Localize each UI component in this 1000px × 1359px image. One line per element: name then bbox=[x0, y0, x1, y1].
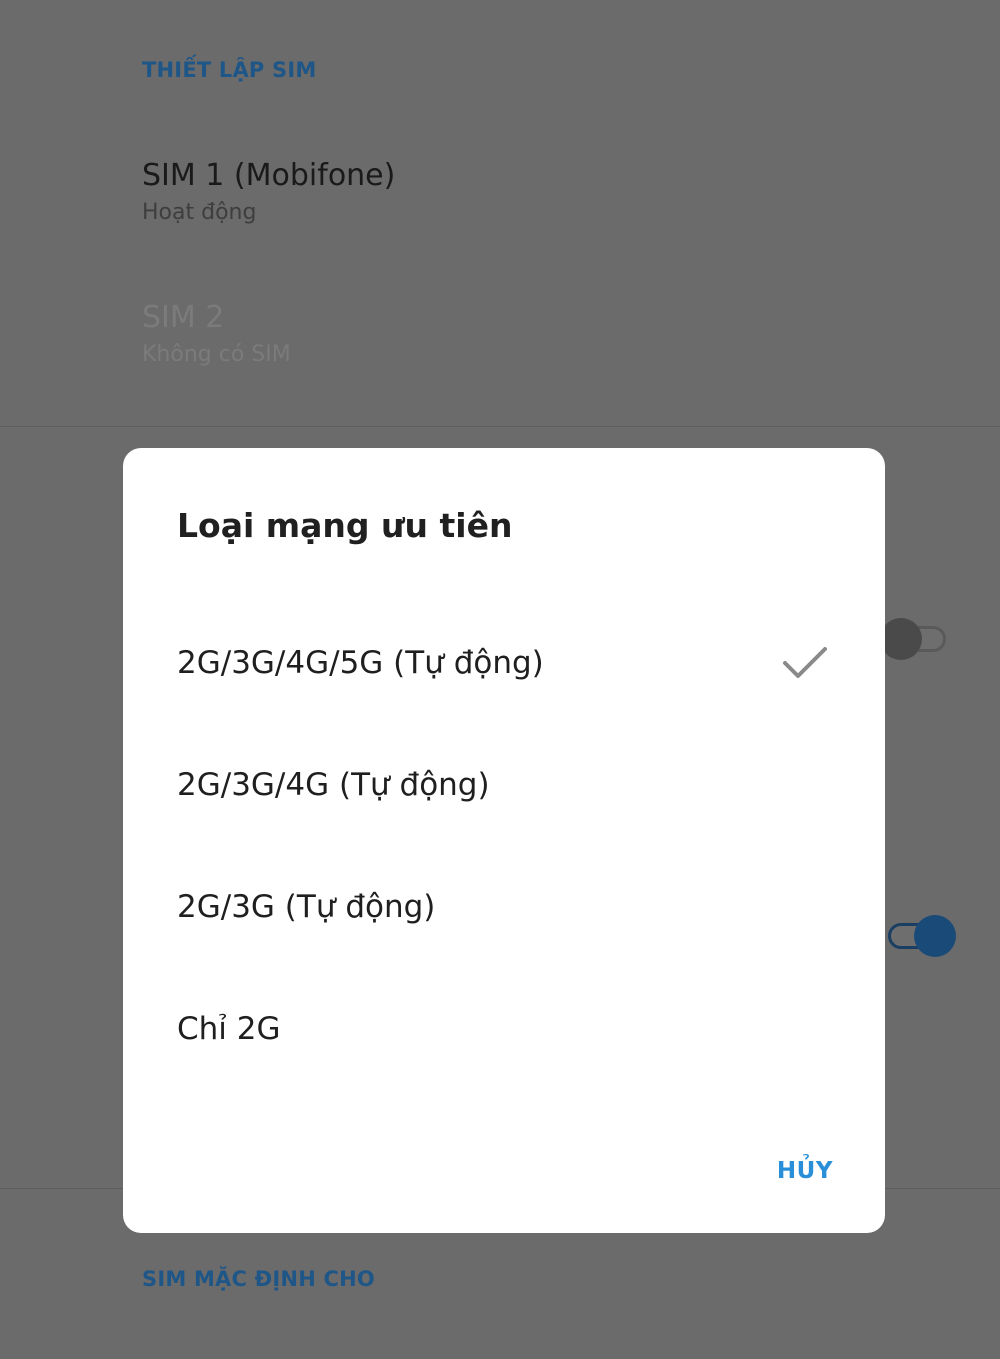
sim-1-title: SIM 1 (Mobifone) bbox=[142, 158, 396, 193]
sim-2-title: SIM 2 bbox=[142, 300, 225, 335]
network-option-3g[interactable]: 2G/3G (Tự động) bbox=[123, 849, 885, 971]
dialog-title: Loại mạng ưu tiên bbox=[177, 506, 513, 545]
network-option-5g[interactable]: 2G/3G/4G/5G (Tự động) bbox=[123, 605, 885, 727]
option-label: 2G/3G/4G (Tự động) bbox=[177, 767, 490, 803]
toggle-thumb bbox=[914, 915, 956, 957]
sim-setup-header: THIẾT LẬP SIM bbox=[142, 58, 317, 82]
toggle-thumb bbox=[880, 618, 922, 660]
background-toggle-on[interactable] bbox=[888, 915, 956, 957]
option-label: 2G/3G/4G/5G (Tự động) bbox=[177, 645, 544, 681]
default-sim-header: SIM MẶC ĐỊNH CHO bbox=[142, 1267, 375, 1291]
sim-2-row: SIM 2 Không có SIM bbox=[142, 300, 291, 370]
check-icon bbox=[783, 647, 827, 678]
background-toggle-off[interactable] bbox=[880, 618, 946, 660]
sim-1-row[interactable]: SIM 1 (Mobifone) Hoạt động bbox=[142, 158, 395, 228]
network-option-2g[interactable]: Chỉ 2G bbox=[123, 971, 885, 1093]
sim-2-status: Không có SIM bbox=[142, 342, 291, 367]
option-label: 2G/3G (Tự động) bbox=[177, 889, 436, 925]
network-option-4g[interactable]: 2G/3G/4G (Tự động) bbox=[123, 727, 885, 849]
section-divider bbox=[0, 426, 1000, 427]
option-label: Chỉ 2G bbox=[177, 1011, 281, 1047]
cancel-button[interactable]: HỦY bbox=[777, 1158, 833, 1184]
sim-1-status: Hoạt động bbox=[142, 200, 257, 225]
preferred-network-dialog: Loại mạng ưu tiên 2G/3G/4G/5G (Tự động) … bbox=[123, 448, 885, 1233]
